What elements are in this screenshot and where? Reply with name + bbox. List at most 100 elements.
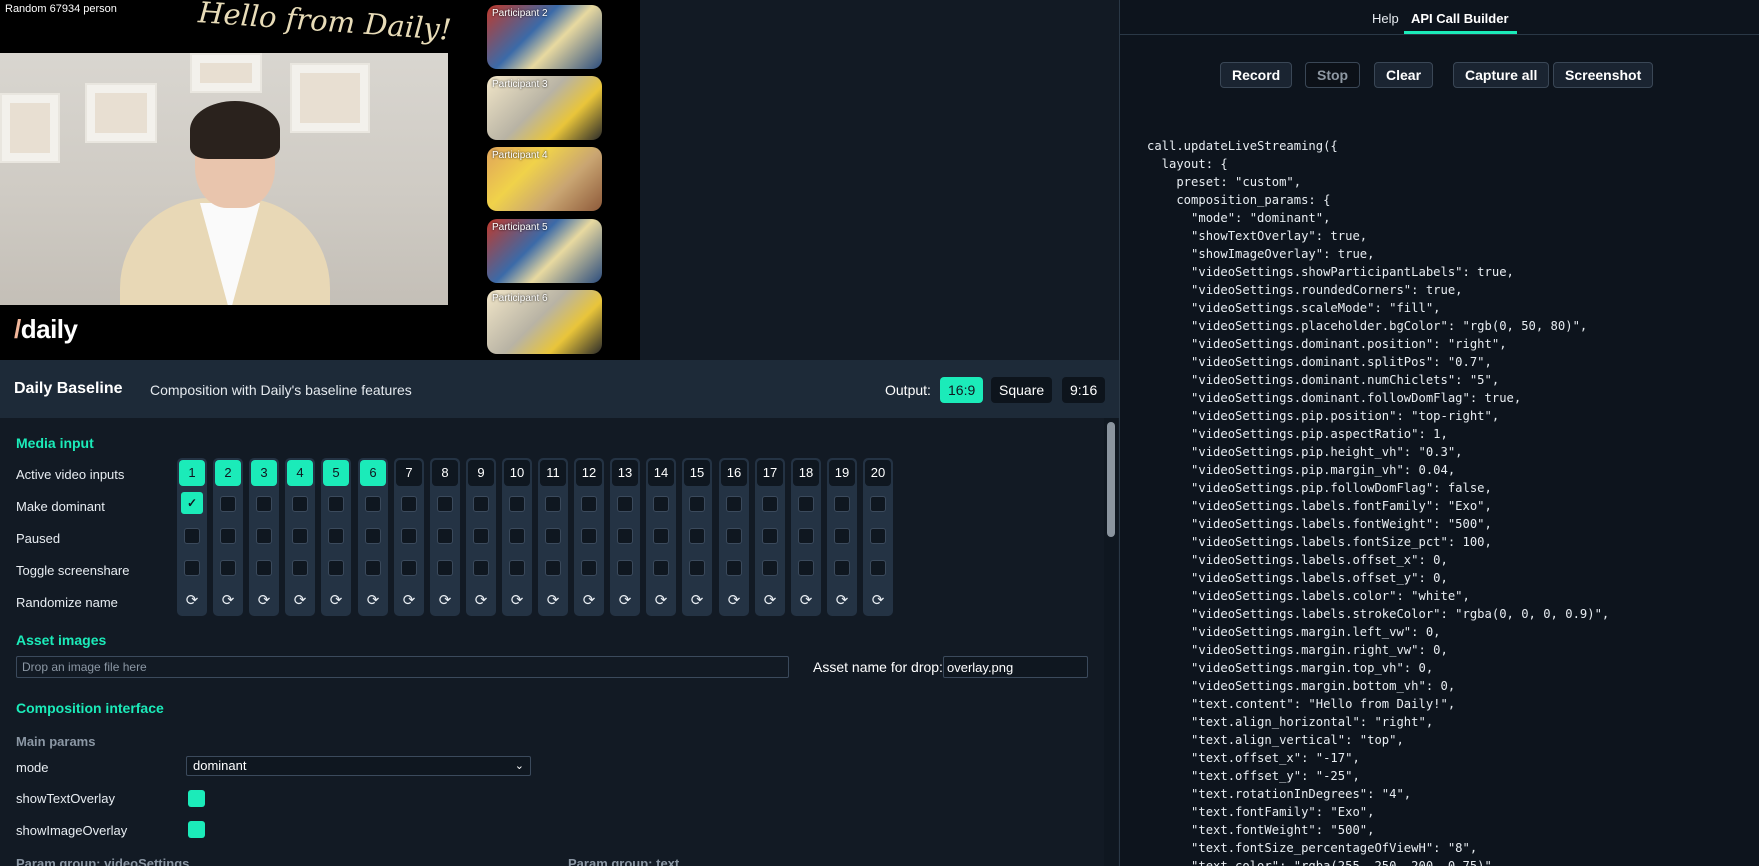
paused-checkbox[interactable] [509, 528, 525, 544]
randomize-name-icon[interactable]: ⟳ [616, 592, 634, 610]
screenshare-checkbox[interactable] [220, 560, 236, 576]
paused-checkbox[interactable] [762, 528, 778, 544]
randomize-name-icon[interactable]: ⟳ [472, 592, 490, 610]
make-dominant-checkbox[interactable]: ✓ [181, 492, 203, 514]
screenshare-checkbox[interactable] [798, 560, 814, 576]
screenshare-checkbox[interactable] [689, 560, 705, 576]
paused-checkbox[interactable] [365, 528, 381, 544]
make-dominant-checkbox[interactable] [834, 496, 850, 512]
randomize-name-icon[interactable]: ⟳ [869, 592, 887, 610]
randomize-name-icon[interactable]: ⟳ [508, 592, 526, 610]
randomize-name-icon[interactable]: ⟳ [544, 592, 562, 610]
screenshare-checkbox[interactable] [870, 560, 886, 576]
make-dominant-checkbox[interactable] [545, 496, 561, 512]
image-drop-zone[interactable]: Drop an image file here [16, 656, 789, 678]
paused-checkbox[interactable] [870, 528, 886, 544]
randomize-name-icon[interactable]: ⟳ [183, 592, 201, 610]
make-dominant-checkbox[interactable] [509, 496, 525, 512]
paused-checkbox[interactable] [473, 528, 489, 544]
screenshare-checkbox[interactable] [473, 560, 489, 576]
active-input-toggle[interactable]: 19 [829, 460, 855, 486]
randomize-name-icon[interactable]: ⟳ [364, 592, 382, 610]
make-dominant-checkbox[interactable] [653, 496, 669, 512]
mode-select[interactable]: dominant ⌄ [186, 756, 531, 776]
active-input-toggle[interactable]: 2 [215, 460, 241, 486]
active-input-toggle[interactable]: 14 [648, 460, 674, 486]
screenshare-checkbox[interactable] [292, 560, 308, 576]
make-dominant-checkbox[interactable] [870, 496, 886, 512]
randomize-name-icon[interactable]: ⟳ [652, 592, 670, 610]
stop-button[interactable]: Stop [1305, 62, 1361, 88]
show-image-overlay-toggle[interactable] [188, 821, 205, 838]
scrollbar[interactable] [1104, 418, 1118, 866]
paused-checkbox[interactable] [328, 528, 344, 544]
paused-checkbox[interactable] [726, 528, 742, 544]
active-input-toggle[interactable]: 18 [793, 460, 819, 486]
asset-name-input[interactable] [943, 656, 1088, 678]
make-dominant-checkbox[interactable] [328, 496, 344, 512]
paused-checkbox[interactable] [220, 528, 236, 544]
screenshare-checkbox[interactable] [437, 560, 453, 576]
paused-checkbox[interactable] [437, 528, 453, 544]
make-dominant-checkbox[interactable] [292, 496, 308, 512]
active-input-toggle[interactable]: 16 [721, 460, 747, 486]
randomize-name-icon[interactable]: ⟳ [400, 592, 418, 610]
screenshot-button[interactable]: Screenshot [1553, 62, 1654, 88]
paused-checkbox[interactable] [256, 528, 272, 544]
active-input-toggle[interactable]: 4 [287, 460, 313, 486]
make-dominant-checkbox[interactable] [220, 496, 236, 512]
record-button[interactable]: Record [1220, 62, 1293, 88]
make-dominant-checkbox[interactable] [798, 496, 814, 512]
make-dominant-checkbox[interactable] [365, 496, 381, 512]
active-input-toggle[interactable]: 15 [684, 460, 710, 486]
active-input-toggle[interactable]: 6 [360, 460, 386, 486]
output-16-9-button[interactable]: 16:9 [940, 377, 984, 403]
randomize-name-icon[interactable]: ⟳ [327, 592, 345, 610]
paused-checkbox[interactable] [689, 528, 705, 544]
paused-checkbox[interactable] [401, 528, 417, 544]
make-dominant-checkbox[interactable] [401, 496, 417, 512]
randomize-name-icon[interactable]: ⟳ [761, 592, 779, 610]
screenshare-checkbox[interactable] [256, 560, 272, 576]
active-input-toggle[interactable]: 20 [865, 460, 891, 486]
active-input-toggle[interactable]: 3 [251, 460, 277, 486]
active-input-toggle[interactable]: 10 [504, 460, 530, 486]
randomize-name-icon[interactable]: ⟳ [833, 592, 851, 610]
make-dominant-checkbox[interactable] [726, 496, 742, 512]
screenshare-checkbox[interactable] [581, 560, 597, 576]
paused-checkbox[interactable] [617, 528, 633, 544]
paused-checkbox[interactable] [653, 528, 669, 544]
screenshare-checkbox[interactable] [762, 560, 778, 576]
screenshare-checkbox[interactable] [509, 560, 525, 576]
active-input-toggle[interactable]: 11 [540, 460, 566, 486]
randomize-name-icon[interactable]: ⟳ [291, 592, 309, 610]
paused-checkbox[interactable] [545, 528, 561, 544]
tab-help[interactable]: Help [1372, 11, 1399, 26]
active-input-toggle[interactable]: 7 [396, 460, 422, 486]
clear-button[interactable]: Clear [1374, 62, 1434, 88]
paused-checkbox[interactable] [184, 528, 200, 544]
screenshare-checkbox[interactable] [834, 560, 850, 576]
active-input-toggle[interactable]: 1 [179, 460, 205, 486]
active-input-toggle[interactable]: 12 [576, 460, 602, 486]
active-input-toggle[interactable]: 17 [757, 460, 783, 486]
screenshare-checkbox[interactable] [545, 560, 561, 576]
output-9-16-button[interactable]: 9:16 [1062, 377, 1106, 403]
show-text-overlay-toggle[interactable] [188, 790, 205, 807]
make-dominant-checkbox[interactable] [762, 496, 778, 512]
randomize-name-icon[interactable]: ⟳ [219, 592, 237, 610]
screenshare-checkbox[interactable] [726, 560, 742, 576]
paused-checkbox[interactable] [292, 528, 308, 544]
make-dominant-checkbox[interactable] [473, 496, 489, 512]
randomize-name-icon[interactable]: ⟳ [436, 592, 454, 610]
tab-api-call-builder[interactable]: API Call Builder [1411, 11, 1509, 26]
randomize-name-icon[interactable]: ⟳ [688, 592, 706, 610]
active-input-toggle[interactable]: 13 [612, 460, 638, 486]
randomize-name-icon[interactable]: ⟳ [255, 592, 273, 610]
screenshare-checkbox[interactable] [401, 560, 417, 576]
active-input-toggle[interactable]: 9 [468, 460, 494, 486]
make-dominant-checkbox[interactable] [256, 496, 272, 512]
screenshare-checkbox[interactable] [365, 560, 381, 576]
paused-checkbox[interactable] [834, 528, 850, 544]
randomize-name-icon[interactable]: ⟳ [797, 592, 815, 610]
